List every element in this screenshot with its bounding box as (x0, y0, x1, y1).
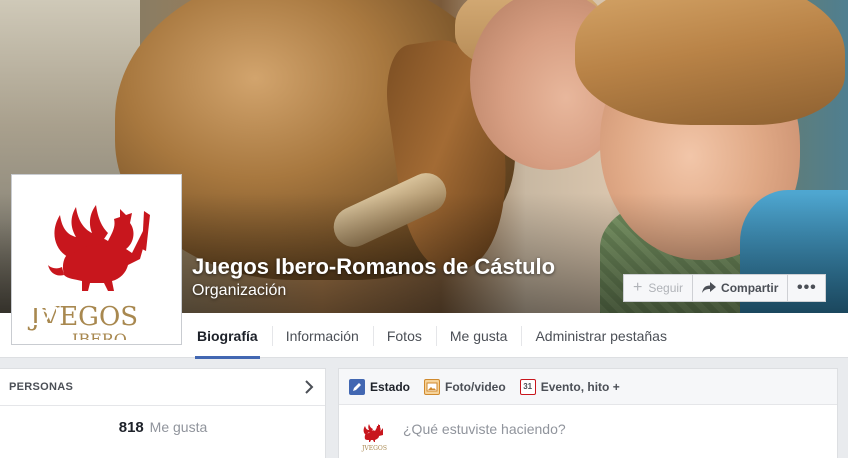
composer-tab-evento[interactable]: 31 Evento, hito + (519, 378, 620, 395)
photo-icon (424, 378, 441, 395)
calendar-number: 31 (523, 382, 533, 391)
follow-label: Seguir (648, 281, 684, 295)
people-card-title: PERSONAS (9, 381, 74, 393)
tab-label: Administrar pestañas (535, 327, 667, 344)
logo-text-2: IBERO (72, 330, 127, 340)
likes-summary[interactable]: 818 Me gusta (0, 419, 326, 436)
tab-label: Fotos (386, 327, 422, 344)
page-avatar-icon: JVEGOS (361, 424, 387, 452)
likes-label: Me gusta (149, 419, 208, 435)
composer-tab-label: Foto/video (445, 379, 506, 394)
likes-count: 818 (118, 419, 144, 436)
composer-tab-label: Estado (370, 379, 411, 394)
avatar-logo-text: JVEGOS (361, 445, 387, 452)
plus-icon: + (633, 279, 643, 296)
follow-button[interactable]: + Seguir (623, 274, 694, 302)
composer-tab-estado[interactable]: Estado (349, 378, 411, 395)
share-button[interactable]: Compartir (693, 274, 789, 302)
more-icon: ••• (796, 279, 817, 296)
composer-tab-foto-video[interactable]: Foto/video (424, 378, 506, 395)
pencil-icon (349, 378, 365, 395)
chevron-right-icon[interactable] (303, 379, 315, 395)
page-category[interactable]: Organización (192, 282, 286, 300)
profile-picture[interactable]: JVEGOS IBERO (11, 174, 182, 345)
facebook-page: Juegos Ibero-Romanos de Cástulo Organiza… (0, 0, 848, 458)
composer-body: JVEGOS ¿Qué estuviste haciendo? (339, 405, 837, 453)
page-tabs: Biografía Información Fotos Me gusta Adm… (183, 313, 681, 359)
people-card-header[interactable]: PERSONAS (0, 369, 325, 406)
tab-me-gusta[interactable]: Me gusta (435, 313, 522, 358)
share-arrow-icon (702, 282, 717, 293)
post-composer: Estado Foto/video 31 Evento, hito + JVEG… (338, 368, 838, 458)
more-options-button[interactable]: ••• (788, 274, 827, 302)
camera-icon[interactable] (28, 303, 58, 325)
tab-label: Biografía (197, 327, 258, 344)
profile-logo: JVEGOS IBERO (16, 179, 177, 340)
calendar-icon: 31 (519, 378, 536, 395)
page-title[interactable]: Juegos Ibero-Romanos de Cástulo (192, 254, 555, 280)
composer-tab-label: Evento, hito + (540, 379, 620, 394)
tab-label: Información (285, 327, 359, 344)
tab-informacion[interactable]: Información (271, 313, 373, 358)
tab-biografia[interactable]: Biografía (183, 313, 272, 359)
cover-actions: + Seguir Compartir ••• (623, 274, 827, 302)
share-label: Compartir (721, 281, 779, 295)
tab-label: Me gusta (449, 327, 508, 344)
composer-input[interactable]: ¿Qué estuviste haciendo? (403, 419, 566, 453)
composer-tabs: Estado Foto/video 31 Evento, hito + (339, 369, 837, 405)
tab-administrar-pestanas[interactable]: Administrar pestañas (521, 313, 681, 358)
tab-fotos[interactable]: Fotos (372, 313, 436, 358)
cover-child2-hair (575, 0, 845, 125)
people-card: PERSONAS 818 Me gusta (0, 368, 326, 458)
